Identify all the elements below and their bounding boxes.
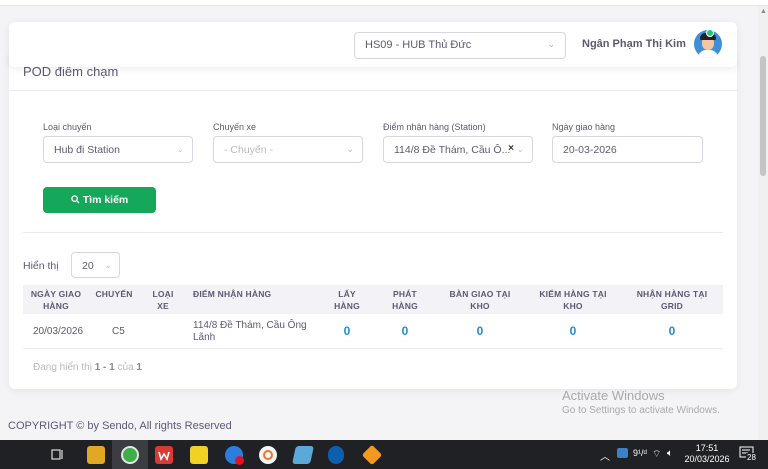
activate-windows-subtitle: Go to Settings to activate Windows. bbox=[562, 405, 720, 416]
cell-date: 20/03/2026 bbox=[33, 326, 84, 337]
pager-info: Đang hiển thị 1 - 1 của 1 bbox=[33, 362, 142, 373]
app-icon[interactable] bbox=[328, 446, 344, 464]
user-name[interactable]: Ngân Phạm Thị Kim bbox=[582, 38, 686, 50]
hub-select[interactable]: HS09 - HUB Thủ Đức ⌄ bbox=[354, 32, 566, 59]
scrollbar-thumb[interactable] bbox=[760, 56, 766, 176]
tray-expand-icon[interactable]: ︿ bbox=[600, 448, 610, 463]
notification-center[interactable]: 28 bbox=[739, 446, 759, 463]
browser-icon-ring bbox=[263, 450, 273, 460]
task-view-icon[interactable] bbox=[50, 446, 66, 464]
show-label: Hiển thị bbox=[23, 260, 59, 272]
filter-divider bbox=[23, 232, 723, 233]
delivery-date-label: Ngày giao hàng bbox=[552, 122, 616, 132]
trip-type-select[interactable]: Hub đi Station ⌄ bbox=[43, 136, 193, 163]
browser-icon[interactable] bbox=[259, 446, 277, 464]
copyright-text: COPYRIGHT © by Sendo, All rights Reserve… bbox=[8, 420, 232, 432]
col-trip[interactable]: CHUYẾN bbox=[89, 285, 139, 314]
table-row: 20/03/2026 C5 114/8 Đề Thám, Cầu Ông Lãn… bbox=[23, 314, 723, 349]
col-handover[interactable]: BÀN GIAO TẠI KHO bbox=[439, 285, 521, 314]
volume-icon[interactable]: 🔈︎ bbox=[667, 448, 673, 459]
activate-windows-title: Activate Windows bbox=[562, 388, 665, 403]
pager-prefix: Đang hiển thị bbox=[33, 362, 95, 373]
table-header: NGÀY GIAO HÀNG CHUYẾN LOẠI XE ĐIỂM NHẬN … bbox=[23, 285, 723, 314]
col-pickup[interactable]: LẤY HÀNG bbox=[325, 285, 369, 314]
page-size-value: 20 bbox=[82, 260, 94, 272]
col-station[interactable]: ĐIỂM NHẬN HÀNG bbox=[193, 285, 313, 314]
clear-icon[interactable]: × bbox=[508, 143, 514, 154]
station-select[interactable]: 114/8 Đề Thám, Cầu Ô... × ⌄ bbox=[383, 136, 533, 163]
page-size-select[interactable]: 20 ⌄ bbox=[71, 252, 120, 278]
tray-app-icon[interactable] bbox=[617, 448, 628, 458]
taskbar: ︿ 9¹/ᵈ ⌔ 🔈︎ 17:51 20/03/2026 28 bbox=[0, 440, 768, 469]
top-navbar: HS09 - HUB Thủ Đức ⌄ Ngân Phạm Thị Kim bbox=[9, 22, 737, 67]
pager-total: 1 bbox=[136, 362, 142, 373]
avatar-shirt bbox=[698, 50, 718, 58]
chevron-down-icon: ⌄ bbox=[104, 260, 112, 270]
cell-trip: C5 bbox=[112, 326, 125, 337]
col-vehicle-type[interactable]: LOẠI XE bbox=[147, 285, 179, 314]
cell-station: 114/8 Đề Thám, Cầu Ông Lãnh bbox=[193, 320, 307, 343]
search-button[interactable]: Tìm kiếm bbox=[43, 187, 156, 213]
wps-icon[interactable] bbox=[155, 446, 173, 464]
station-value: 114/8 Đề Thám, Cầu Ô... bbox=[394, 144, 511, 156]
page-scrollbar[interactable]: ▲ bbox=[758, 6, 768, 440]
cell-inspect[interactable]: 0 bbox=[559, 324, 587, 338]
chevron-down-icon: ⌄ bbox=[176, 144, 184, 154]
file-explorer-icon[interactable] bbox=[87, 446, 105, 464]
delivery-date-input[interactable]: 20-03-2026 bbox=[552, 136, 703, 163]
sublime-icon[interactable] bbox=[361, 444, 383, 466]
badge-icon bbox=[235, 456, 244, 465]
cell-grid-receive[interactable]: 0 bbox=[658, 324, 686, 338]
clock-date: 20/03/2026 bbox=[684, 454, 730, 464]
cell-handover[interactable]: 0 bbox=[466, 324, 494, 338]
online-status-dot bbox=[706, 29, 714, 37]
hub-value: HS09 - HUB Thủ Đức bbox=[365, 39, 472, 51]
clock-time: 17:51 bbox=[695, 443, 719, 453]
col-delivery[interactable]: PHÁT HÀNG bbox=[383, 285, 427, 314]
clock[interactable]: 17:51 20/03/2026 bbox=[683, 443, 731, 465]
vehicle-trip-label: Chuyến xe bbox=[213, 122, 257, 132]
chevron-down-icon: ⌄ bbox=[547, 39, 555, 49]
vehicle-trip-select[interactable]: - Chuyến - ⌄ bbox=[213, 136, 363, 163]
chevron-down-icon: ⌄ bbox=[516, 144, 524, 154]
pager-range: 1 - 1 bbox=[94, 362, 115, 373]
trip-type-value: Hub đi Station bbox=[54, 144, 120, 156]
title-divider bbox=[9, 90, 737, 91]
input-language[interactable]: 9¹/ᵈ bbox=[633, 448, 647, 458]
bookmarks-bar bbox=[0, 0, 768, 6]
col-delivery-date[interactable]: NGÀY GIAO HÀNG bbox=[27, 285, 85, 314]
sticky-notes-icon[interactable] bbox=[190, 446, 208, 464]
chrome-icon[interactable] bbox=[121, 446, 139, 464]
trip-type-label: Loại chuyến bbox=[43, 122, 92, 132]
cell-delivery[interactable]: 0 bbox=[391, 324, 419, 338]
scroll-up-icon[interactable]: ▲ bbox=[760, 8, 767, 15]
wifi-icon[interactable]: ⌔ bbox=[652, 448, 661, 461]
chevron-down-icon: ⌄ bbox=[346, 144, 354, 154]
search-icon bbox=[71, 195, 80, 204]
col-grid-receive[interactable]: NHẬN HÀNG TẠI GRID bbox=[625, 285, 719, 314]
pod-card: POD điểm chạm Loại chuyến Hub đi Station… bbox=[9, 52, 737, 389]
col-inspect[interactable]: KIỂM HÀNG TẠI KHO bbox=[531, 285, 615, 314]
pager-of: của bbox=[114, 362, 137, 373]
cell-pickup[interactable]: 0 bbox=[333, 324, 361, 338]
search-button-label: Tìm kiếm bbox=[82, 194, 129, 206]
notepad-icon[interactable] bbox=[292, 446, 314, 464]
notification-count: 28 bbox=[746, 453, 757, 462]
vehicle-trip-placeholder: - Chuyến - bbox=[224, 144, 274, 156]
chat-app-icon[interactable] bbox=[225, 446, 244, 465]
station-label: Điểm nhận hàng (Station) bbox=[383, 122, 486, 132]
